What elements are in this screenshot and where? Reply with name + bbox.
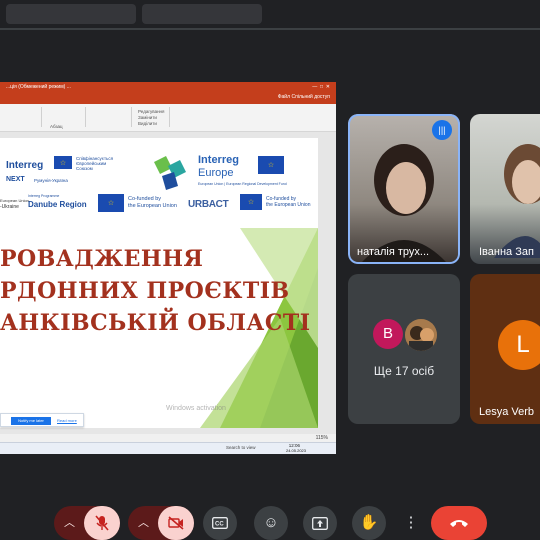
cofunded-text-1: Co-funded by xyxy=(128,196,162,202)
participant-name: Іванна Зап xyxy=(479,246,534,258)
clock-date: 24.05.2023 xyxy=(285,448,306,453)
present-button[interactable] xyxy=(303,506,337,540)
present-icon xyxy=(312,517,328,530)
person-silhouette xyxy=(494,144,540,258)
next-logo-text: NEXT xyxy=(6,176,25,183)
captions-button[interactable]: CC xyxy=(203,506,237,540)
browser-tab[interactable] xyxy=(6,4,136,24)
emoji-button[interactable]: ☺ xyxy=(254,506,288,540)
more-participants-label: Ще 17 осіб xyxy=(373,364,435,378)
ribbon-group-font[interactable] xyxy=(2,107,42,127)
participant-tile[interactable]: L Lesya Verb xyxy=(470,274,540,424)
eu-small-text: European Union xyxy=(0,198,29,203)
participant-avatar: L xyxy=(498,320,540,370)
slide-title-line-2: РДОННИХ ПРОЄКТІВ xyxy=(0,278,290,304)
ribbon-group-shapes[interactable] xyxy=(88,107,132,127)
windows-taskbar: Search to view 12:06 24.05.2023 xyxy=(0,442,336,454)
slide-title-line-1: РОВАДЖЕННЯ xyxy=(0,246,204,272)
ribbon-label-find: Редагування xyxy=(138,109,165,114)
cofunded-text-4: the European Union xyxy=(266,202,311,208)
interreg-logo-text: Interreg xyxy=(6,160,44,171)
mic-off-icon-glyph xyxy=(95,515,109,531)
logo-strip: Interreg Співфінансується Європейським С… xyxy=(0,138,318,222)
windows-activation-watermark: Windows activation xyxy=(166,405,226,412)
active-speaker-border xyxy=(348,114,460,264)
romania-ukraine-text: Румунія-Україна xyxy=(34,178,68,183)
interreg-europe-subtitle: European Union | European Regional Devel… xyxy=(198,182,287,186)
participant-tile[interactable]: ||| наталія трух... xyxy=(348,114,460,264)
leave-call-button[interactable] xyxy=(431,506,487,540)
camera-off-icon-glyph xyxy=(168,516,184,530)
chevron-up-icon[interactable]: ︿ xyxy=(138,506,149,540)
powerpoint-status-bar: 115% xyxy=(0,434,336,442)
browser-tab[interactable] xyxy=(142,4,262,24)
interreg-europe-text-1: Interreg xyxy=(198,154,239,166)
shared-screen[interactable]: ...ція (Обмежений режим) ... — □ ✕ Спіль… xyxy=(0,82,336,454)
participant-photo-avatar xyxy=(405,319,437,351)
read-more-link[interactable]: Read more xyxy=(57,417,77,425)
update-notification: Notify me later Read more xyxy=(0,413,84,427)
mic-off-icon[interactable] xyxy=(84,506,120,540)
participant-name: Lesya Verb xyxy=(479,406,535,418)
ribbon: Абзац Редагування Замінити Виділити xyxy=(0,104,336,132)
slide-canvas[interactable]: Interreg Співфінансується Європейським С… xyxy=(0,138,318,428)
eu-flag-icon xyxy=(54,156,72,169)
zoom-level[interactable]: 115% xyxy=(316,434,328,442)
meet-stage: ...ція (Обмежений режим) ... — □ ✕ Спіль… xyxy=(0,0,540,540)
urbact-logo-text: URBACT xyxy=(188,199,229,210)
notify-later-button[interactable]: Notify me later xyxy=(11,417,51,425)
raise-hand-button[interactable]: ✋ xyxy=(352,506,386,540)
more-vert-icon: ⋮ xyxy=(403,514,419,531)
eu-cofund-text: Співфінансується Європейським Союзом xyxy=(76,156,114,171)
raise-hand-icon: ✋ xyxy=(359,514,379,531)
cofunded-text-2: the European Union xyxy=(128,203,177,209)
camera-off-icon[interactable] xyxy=(158,506,194,540)
interreg-europe-text-2: Europe xyxy=(198,167,234,179)
share-button[interactable]: Спільний доступ xyxy=(292,94,330,100)
more-participants-tile[interactable]: B Ще 17 осіб xyxy=(348,274,460,424)
ribbon-label-paragraph: Абзац xyxy=(50,124,63,129)
person-photo-icon xyxy=(405,319,437,351)
svg-text:CC: CC xyxy=(215,522,224,528)
slide-title-line-3: АНКІВСЬКІЙ ОБЛАСТІ xyxy=(0,310,311,336)
powerpoint-title-bar: ...ція (Обмежений режим) ... — □ ✕ xyxy=(0,82,336,92)
participant-avatar: B xyxy=(373,319,403,349)
danube-small-text: Interreg Programme xyxy=(28,194,60,198)
more-options-button[interactable]: ⋮ xyxy=(399,506,423,540)
hang-up-icon xyxy=(450,520,468,527)
danube-region-text: Danube Region xyxy=(28,200,87,209)
microphone-control[interactable]: ︿ xyxy=(54,506,120,540)
ukraine-text: -Ukraine xyxy=(0,204,19,210)
browser-top-bar xyxy=(0,0,540,30)
call-controls: ︿ ︿ CC ☺ ✋ ⋮ xyxy=(0,500,540,540)
participant-tile[interactable]: Іванна Зап xyxy=(470,114,540,264)
window-controls[interactable]: — □ ✕ xyxy=(312,82,330,92)
ribbon-tabs: Спільний доступ Файл xyxy=(0,92,336,104)
top-divider xyxy=(0,28,540,30)
camera-control[interactable]: ︿ xyxy=(128,506,194,540)
ribbon-label-select: Виділити xyxy=(138,121,157,126)
ribbon-label-replace: Замінити xyxy=(138,115,157,120)
file-tab[interactable]: Файл xyxy=(278,94,290,100)
eu-flag-icon xyxy=(98,194,124,212)
emoji-icon: ☺ xyxy=(263,514,279,531)
eu-flag-icon xyxy=(258,156,284,174)
captions-icon: CC xyxy=(212,517,228,529)
taskbar-search[interactable]: Search to view xyxy=(226,445,256,450)
chevron-up-icon[interactable]: ︿ xyxy=(64,506,75,540)
interreg-europe-logo-icon xyxy=(154,156,186,190)
window-title: ...ція (Обмежений режим) ... xyxy=(6,84,71,90)
eu-flag-icon xyxy=(240,194,262,210)
